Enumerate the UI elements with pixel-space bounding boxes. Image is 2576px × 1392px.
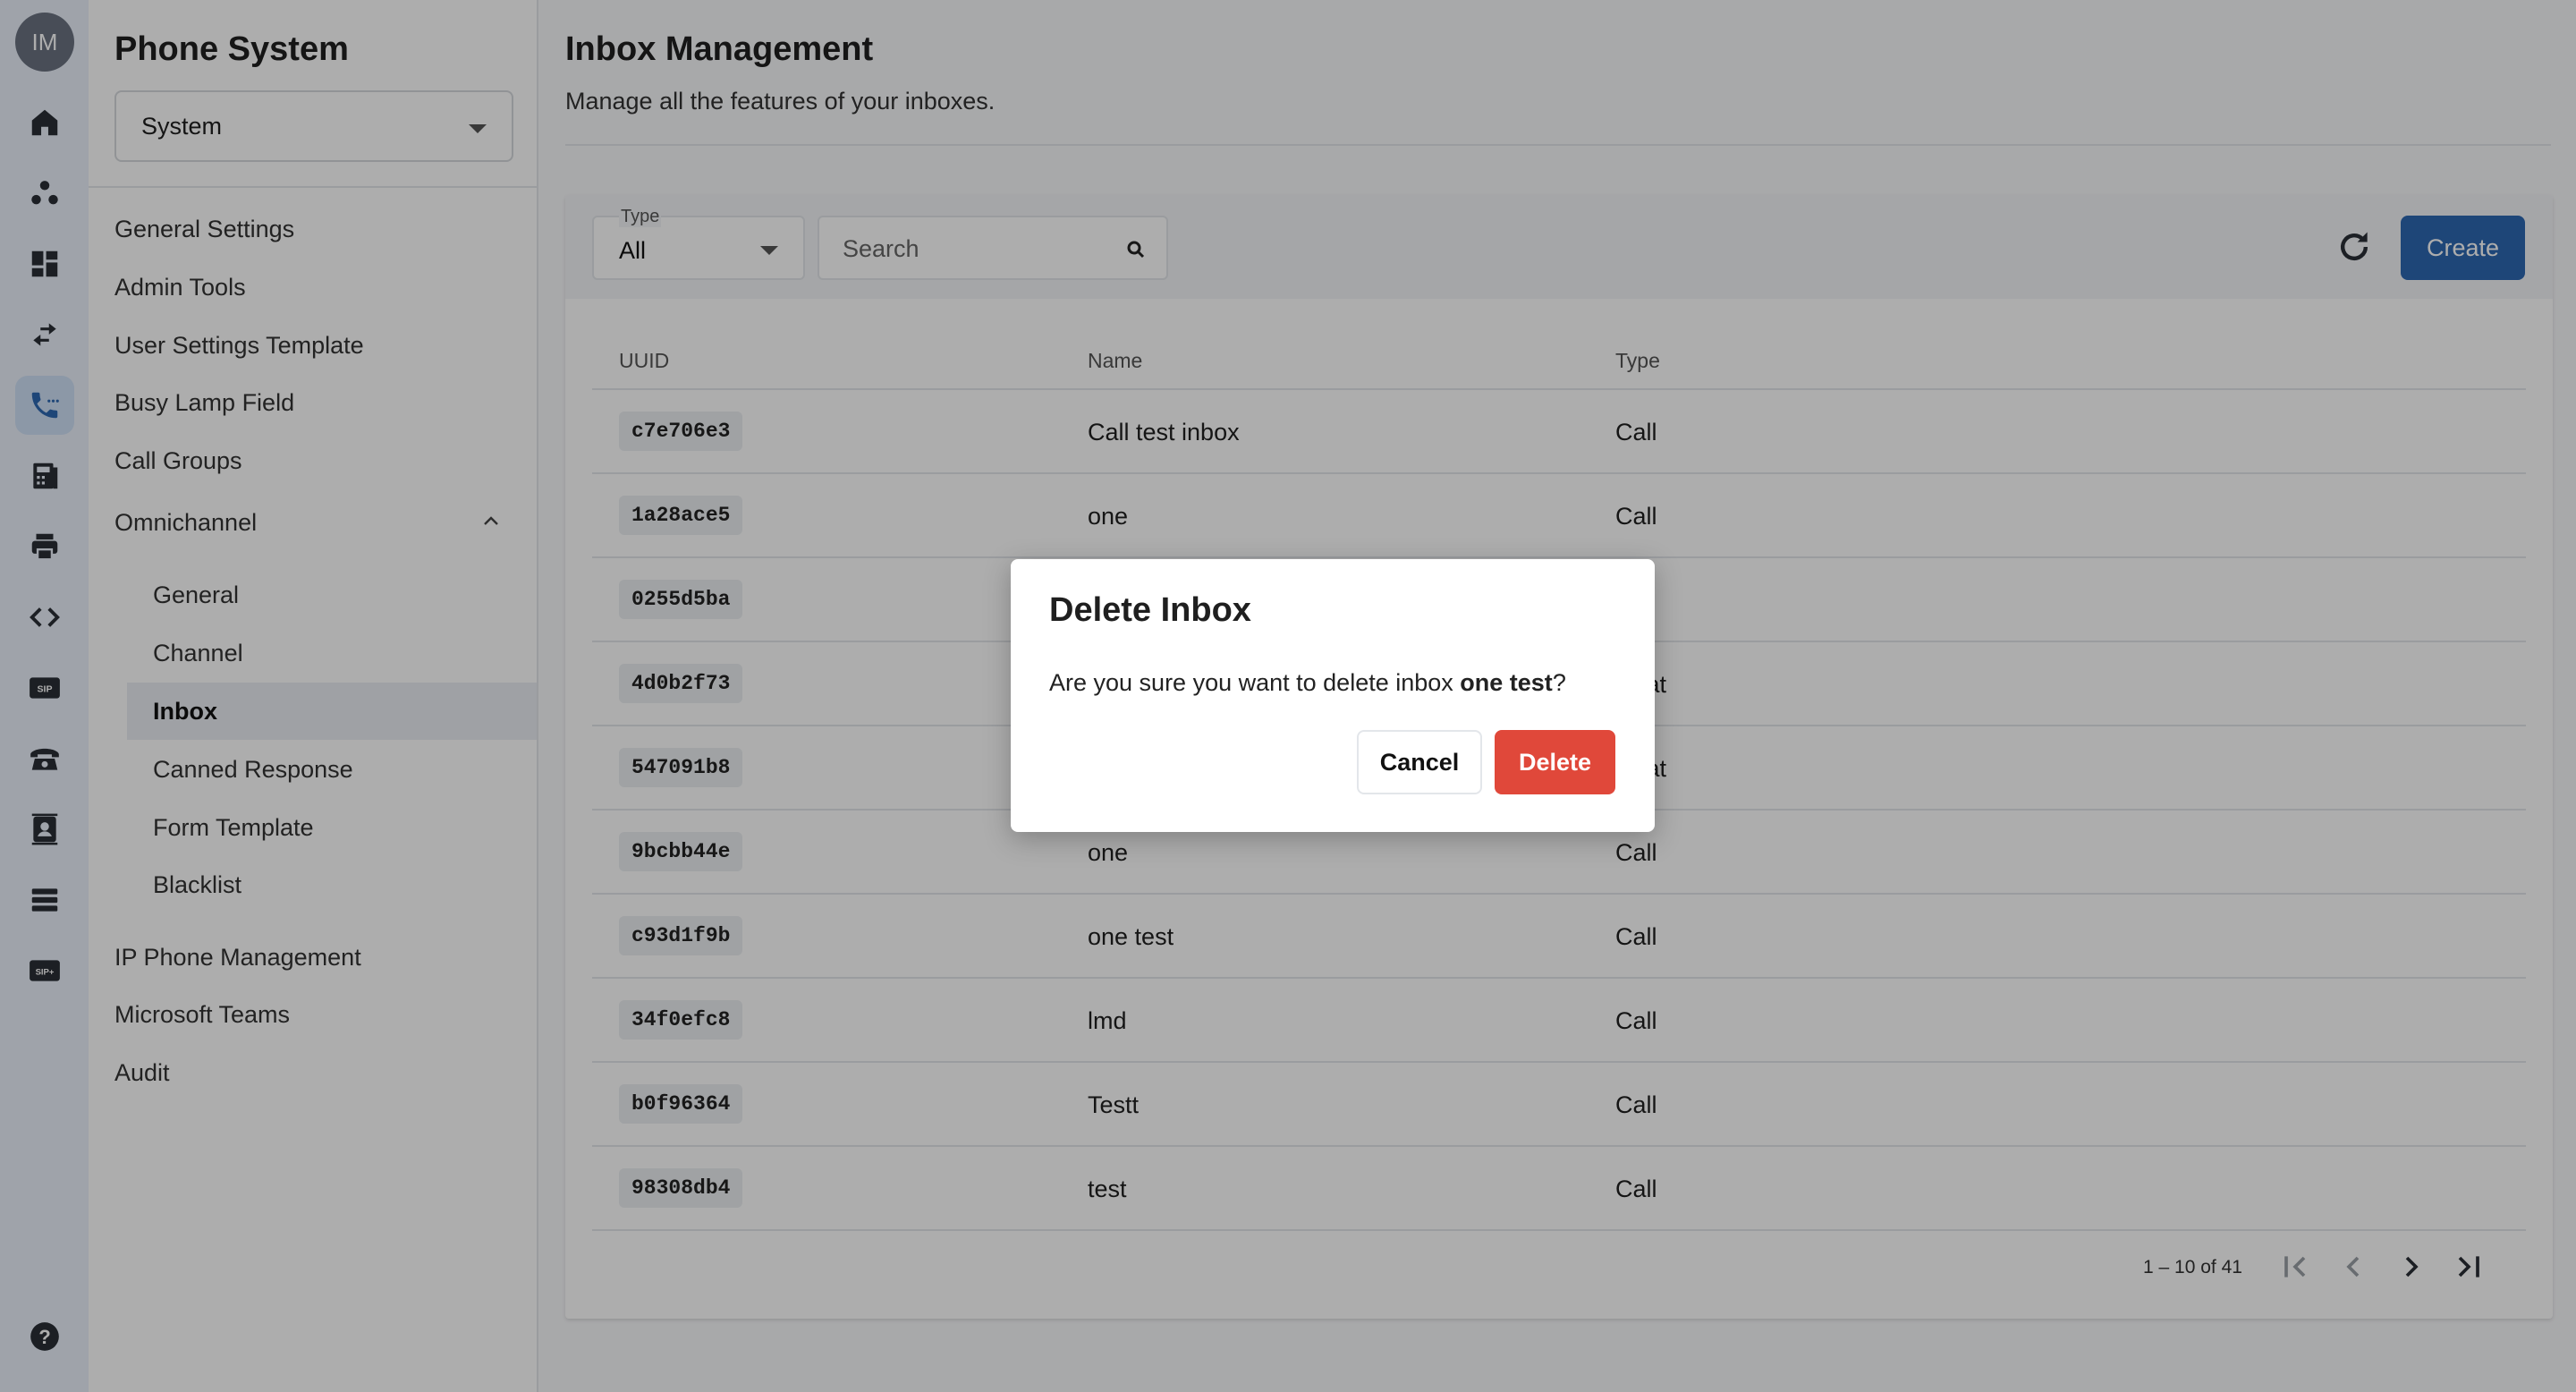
delete-inbox-dialog: Delete Inbox Are you sure you want to de… [1011, 559, 1655, 832]
dialog-title: Delete Inbox [1049, 591, 1251, 629]
cancel-button[interactable]: Cancel [1357, 730, 1482, 794]
dialog-message: Are you sure you want to delete inbox on… [1049, 669, 1566, 697]
dialog-message-prefix: Are you sure you want to delete inbox [1049, 669, 1461, 696]
dialog-message-suffix: ? [1552, 669, 1566, 696]
delete-button[interactable]: Delete [1495, 730, 1615, 794]
dialog-inbox-name: one test [1460, 669, 1553, 696]
